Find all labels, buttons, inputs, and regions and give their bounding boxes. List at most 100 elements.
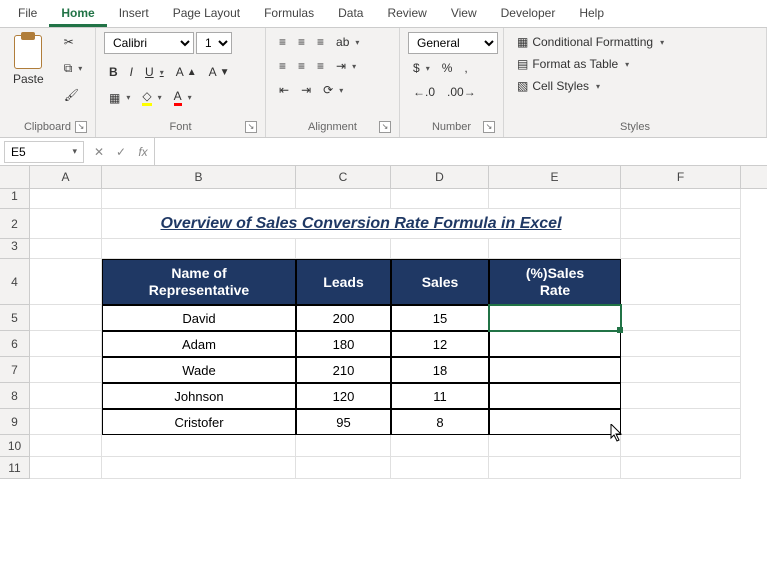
- cell-e11[interactable]: [489, 457, 621, 479]
- cell-c6[interactable]: 180: [296, 331, 391, 357]
- cell-e6[interactable]: [489, 331, 621, 357]
- tab-file[interactable]: File: [6, 0, 49, 27]
- orientation-button[interactable]: ⟳: [318, 80, 348, 100]
- tab-page-layout[interactable]: Page Layout: [161, 0, 252, 27]
- cell-a6[interactable]: [30, 331, 102, 357]
- cell-f3[interactable]: [621, 239, 741, 259]
- cell-f11[interactable]: [621, 457, 741, 479]
- clipboard-launcher[interactable]: ↘: [75, 121, 87, 133]
- cell-styles-button[interactable]: ▧Cell Styles: [512, 76, 605, 96]
- cell-c5[interactable]: 200: [296, 305, 391, 331]
- cell-c11[interactable]: [296, 457, 391, 479]
- tab-insert[interactable]: Insert: [107, 0, 161, 27]
- title-cell[interactable]: Overview of Sales Conversion Rate Formul…: [102, 209, 621, 239]
- increase-font-button[interactable]: A▲: [171, 62, 202, 82]
- row-header-9[interactable]: 9: [0, 409, 30, 435]
- align-center-button[interactable]: ≡: [293, 56, 310, 76]
- align-right-button[interactable]: ≡: [312, 56, 329, 76]
- tab-formulas[interactable]: Formulas: [252, 0, 326, 27]
- header-name[interactable]: Name of Representative: [102, 259, 296, 305]
- cell-d8[interactable]: 11: [391, 383, 489, 409]
- format-painter-button[interactable]: 🖌: [59, 85, 88, 105]
- cell-a8[interactable]: [30, 383, 102, 409]
- row-header-3[interactable]: 3: [0, 239, 30, 259]
- row-header-7[interactable]: 7: [0, 357, 30, 383]
- increase-decimal-button[interactable]: ←.0: [408, 82, 440, 102]
- number-launcher[interactable]: ↘: [483, 121, 495, 133]
- cell-b10[interactable]: [102, 435, 296, 457]
- cell-d10[interactable]: [391, 435, 489, 457]
- copy-button[interactable]: ⧉: [59, 58, 88, 79]
- row-header-11[interactable]: 11: [0, 457, 30, 479]
- enter-formula-button[interactable]: ✓: [110, 145, 132, 159]
- cell-d7[interactable]: 18: [391, 357, 489, 383]
- header-leads[interactable]: Leads: [296, 259, 391, 305]
- cell-b11[interactable]: [102, 457, 296, 479]
- align-bottom-button[interactable]: ≡: [312, 32, 329, 52]
- col-header-c[interactable]: C: [296, 166, 391, 188]
- align-left-button[interactable]: ≡: [274, 56, 291, 76]
- cell-b8[interactable]: Johnson: [102, 383, 296, 409]
- row-header-6[interactable]: 6: [0, 331, 30, 357]
- cell-c3[interactable]: [296, 239, 391, 259]
- cell-b1[interactable]: [102, 189, 296, 209]
- paste-button[interactable]: Paste: [8, 32, 49, 92]
- tab-review[interactable]: Review: [375, 0, 438, 27]
- alignment-launcher[interactable]: ↘: [379, 121, 391, 133]
- cell-f5[interactable]: [621, 305, 741, 331]
- col-header-a[interactable]: A: [30, 166, 102, 188]
- col-header-e[interactable]: E: [489, 166, 621, 188]
- merge-button[interactable]: ⇥: [331, 56, 361, 76]
- cell-a10[interactable]: [30, 435, 102, 457]
- row-header-10[interactable]: 10: [0, 435, 30, 457]
- cell-e5-selected[interactable]: [489, 305, 621, 331]
- select-all-corner[interactable]: [0, 166, 30, 188]
- row-header-8[interactable]: 8: [0, 383, 30, 409]
- cell-e3[interactable]: [489, 239, 621, 259]
- tab-home[interactable]: Home: [49, 0, 106, 27]
- font-launcher[interactable]: ↘: [245, 121, 257, 133]
- cell-a7[interactable]: [30, 357, 102, 383]
- cell-c8[interactable]: 120: [296, 383, 391, 409]
- font-name-select[interactable]: Calibri: [104, 32, 194, 54]
- font-size-select[interactable]: 11: [196, 32, 232, 54]
- cancel-formula-button[interactable]: ✕: [88, 145, 110, 159]
- col-header-b[interactable]: B: [102, 166, 296, 188]
- tab-view[interactable]: View: [439, 0, 489, 27]
- tab-data[interactable]: Data: [326, 0, 375, 27]
- cell-d11[interactable]: [391, 457, 489, 479]
- underline-button[interactable]: U: [140, 62, 169, 82]
- fx-button[interactable]: fx: [132, 145, 154, 159]
- cell-f2[interactable]: [621, 209, 741, 239]
- row-header-5[interactable]: 5: [0, 305, 30, 331]
- cell-f1[interactable]: [621, 189, 741, 209]
- cell-e1[interactable]: [489, 189, 621, 209]
- cell-d6[interactable]: 12: [391, 331, 489, 357]
- cell-f8[interactable]: [621, 383, 741, 409]
- row-header-4[interactable]: 4: [0, 259, 30, 305]
- row-header-1[interactable]: 1: [0, 189, 30, 209]
- header-rate[interactable]: (%)Sales Rate: [489, 259, 621, 305]
- cell-d1[interactable]: [391, 189, 489, 209]
- cell-e9[interactable]: [489, 409, 621, 435]
- format-as-table-button[interactable]: ▤Format as Table: [512, 54, 634, 74]
- cell-a2[interactable]: [30, 209, 102, 239]
- number-format-select[interactable]: General: [408, 32, 498, 54]
- cell-b7[interactable]: Wade: [102, 357, 296, 383]
- cell-c7[interactable]: 210: [296, 357, 391, 383]
- italic-button[interactable]: I: [125, 62, 138, 82]
- col-header-d[interactable]: D: [391, 166, 489, 188]
- row-header-2[interactable]: 2: [0, 209, 30, 239]
- name-box[interactable]: E5: [4, 141, 84, 163]
- worksheet-grid[interactable]: A B C D E F 1 2 Overview of Sales Conver…: [0, 166, 767, 479]
- tab-developer[interactable]: Developer: [489, 0, 568, 27]
- cell-d9[interactable]: 8: [391, 409, 489, 435]
- cell-e10[interactable]: [489, 435, 621, 457]
- cell-a11[interactable]: [30, 457, 102, 479]
- cut-button[interactable]: ✂: [59, 32, 88, 52]
- bold-button[interactable]: B: [104, 62, 123, 82]
- header-sales[interactable]: Sales: [391, 259, 489, 305]
- cell-a4[interactable]: [30, 259, 102, 305]
- cell-a3[interactable]: [30, 239, 102, 259]
- comma-button[interactable]: ,: [459, 58, 472, 78]
